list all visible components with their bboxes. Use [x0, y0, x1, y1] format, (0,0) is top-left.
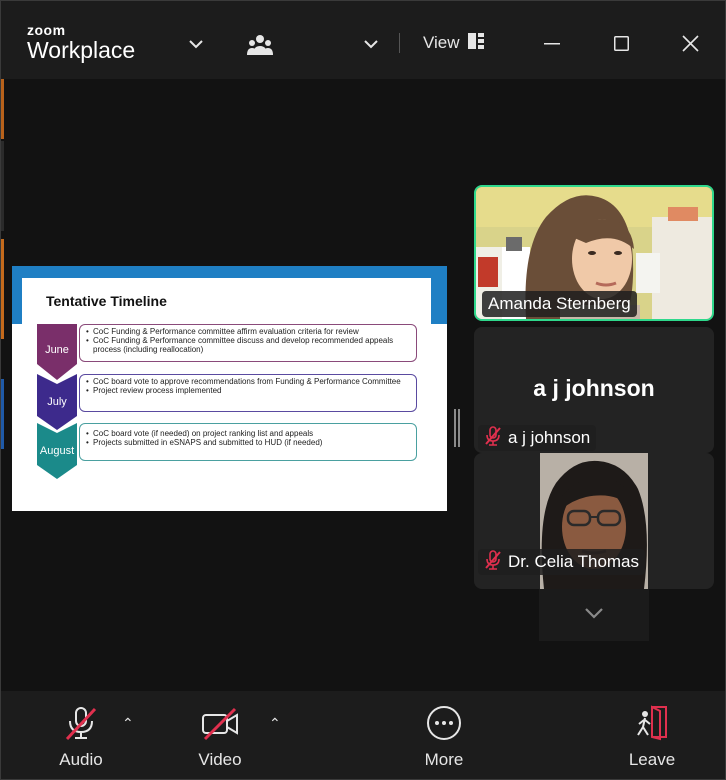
meeting-stage: Tentative Timeline June CoC Funding & Pe… [1, 79, 725, 691]
zoom-window: zoom Workplace View Tentative Timeline J… [0, 0, 726, 780]
view-button[interactable]: View [423, 31, 484, 55]
close-icon[interactable] [680, 33, 700, 53]
panel-resize-handle[interactable] [454, 409, 460, 447]
brand-bottom-text: Workplace [27, 37, 136, 63]
participant-display-name: a j johnson [533, 375, 655, 401]
timeline-bullet: Project review process implemented [86, 386, 410, 395]
more-label: More [424, 750, 464, 769]
view-layout-icon [467, 32, 484, 54]
timeline-month-label: July [47, 396, 67, 408]
leave-label: Leave [628, 750, 676, 769]
video-options-caret-icon[interactable]: ⌃ [269, 715, 281, 732]
workplace-menu-chevron-icon[interactable] [187, 35, 205, 53]
timeline-box: CoC board vote to approve recommendation… [79, 374, 417, 412]
timeline-bullet: CoC Funding & Performance committee affi… [86, 327, 410, 336]
maximize-icon[interactable] [612, 34, 630, 52]
participant-name-chip: Amanda Sternberg [482, 291, 637, 317]
timeline-bullet: CoC board vote (if needed) on project ra… [86, 429, 410, 438]
muted-mic-icon [484, 549, 502, 575]
view-label: View [423, 33, 460, 52]
muted-mic-icon [484, 425, 502, 451]
timeline-bullet: Projects submitted in eSNAPS and submitt… [86, 438, 410, 447]
participant-name: Amanda Sternberg [488, 294, 631, 313]
timeline-bullet: CoC board vote to approve recommendation… [86, 377, 410, 386]
minimize-icon[interactable] [543, 35, 561, 53]
timeline-month-label: June [45, 344, 69, 356]
more-dots-icon [426, 705, 462, 746]
shared-screen-slide: Tentative Timeline June CoC Funding & Pe… [12, 266, 447, 511]
chevron-down-icon [584, 606, 604, 624]
title-bar: zoom Workplace View [1, 1, 725, 79]
participant-tile-no-video[interactable]: a j johnson a j johnson [474, 327, 714, 453]
participant-name-chip: Dr. Celia Thomas [478, 549, 646, 575]
audio-button[interactable]: Audio [56, 705, 106, 770]
participant-name-chip: a j johnson [478, 425, 597, 451]
muted-microphone-icon [63, 705, 99, 746]
timeline-box: CoC board vote (if needed) on project ra… [79, 423, 417, 461]
participants-menu-chevron-icon[interactable] [362, 35, 380, 53]
video-label: Video [198, 750, 242, 769]
slide-title: Tentative Timeline [46, 293, 167, 309]
show-more-participants-button[interactable] [539, 589, 649, 641]
audio-label: Audio [59, 750, 103, 769]
video-button[interactable]: Video [195, 705, 245, 770]
timeline-box: CoC Funding & Performance committee affi… [79, 324, 417, 362]
participant-tile-photo[interactable]: Dr. Celia Thomas [474, 453, 714, 589]
video-off-icon [200, 705, 240, 746]
timeline-bullet: CoC Funding & Performance committee disc… [86, 336, 410, 354]
left-edge-strip [1, 79, 4, 691]
zoom-workplace-logo: zoom Workplace [27, 23, 135, 63]
audio-options-caret-icon[interactable]: ⌃ [122, 715, 134, 732]
meeting-controls-toolbar: Audio ⌃ Video ⌃ More Leave [1, 691, 725, 779]
timeline-chevron-august: August [37, 423, 77, 486]
participant-name: Dr. Celia Thomas [508, 552, 640, 571]
participant-name: a j johnson [508, 428, 591, 447]
participants-icon[interactable] [246, 31, 274, 59]
more-button[interactable]: More [419, 705, 469, 770]
leave-door-icon [634, 705, 670, 746]
timeline-month-label: August [39, 445, 75, 457]
leave-button[interactable]: Leave [627, 705, 677, 770]
title-separator [399, 33, 400, 53]
brand-top-text: zoom [27, 22, 66, 38]
participant-tile-active-speaker[interactable]: Amanda Sternberg [474, 185, 714, 321]
